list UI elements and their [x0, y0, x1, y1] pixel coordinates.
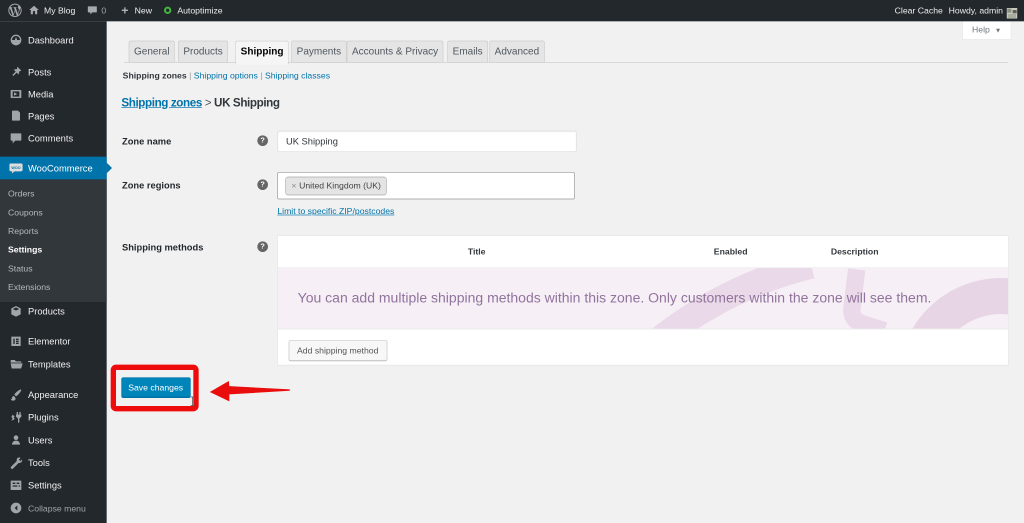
svg-text:WOO: WOO	[11, 166, 20, 170]
